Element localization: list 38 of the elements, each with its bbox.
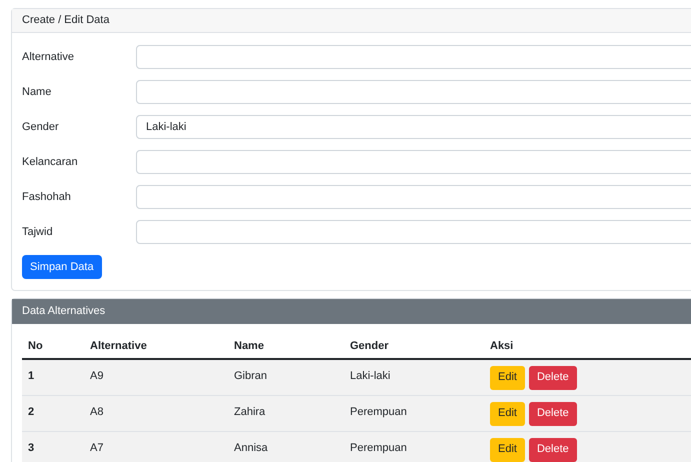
table-cell: Laki-laki [350,370,390,382]
table-cell: Gibran [234,370,268,382]
edit-button[interactable]: Edit [490,438,525,462]
table-cell: A7 [90,442,104,454]
input-field[interactable] [136,220,691,244]
table-cell: Zahira [234,406,266,418]
delete-button[interactable]: Delete [528,438,577,462]
field-label: Alternative [22,50,75,65]
field-label: Gender [22,120,60,135]
table-cell: 2 [28,406,34,418]
table-cell: A8 [90,406,104,418]
input-field[interactable]: Laki-laki [136,115,691,139]
input-field[interactable] [136,80,691,104]
edit-button[interactable]: Edit [490,402,525,426]
field-label: Kelancaran [22,154,79,170]
table-cell: Perempuan [350,406,407,418]
card-title: Data Alternatives [22,304,106,320]
field-label: Name [22,84,52,100]
column-header: Gender [350,340,389,352]
input-field[interactable] [136,185,691,209]
field-label: Tajwid [22,224,54,240]
column-header: Aksi [490,340,514,352]
delete-button[interactable]: Delete [528,366,577,390]
table-cell: A9 [90,370,104,382]
column-header: No [28,340,43,352]
input-field[interactable] [136,150,691,174]
edit-button[interactable]: Edit [490,366,525,390]
column-header: Name [234,340,264,352]
table-cell: 1 [28,370,34,382]
field-label: Fashohah [22,190,72,205]
table-cell: Perempuan [350,442,407,454]
save-button[interactable]: Simpan Data [22,255,102,279]
delete-button[interactable]: Delete [528,402,577,426]
table-cell: 3 [28,442,34,454]
column-header: Alternative [90,340,147,352]
card-title: Create / Edit Data [22,13,110,28]
input-field[interactable] [136,45,691,69]
table-cell: Annisa [234,442,268,454]
